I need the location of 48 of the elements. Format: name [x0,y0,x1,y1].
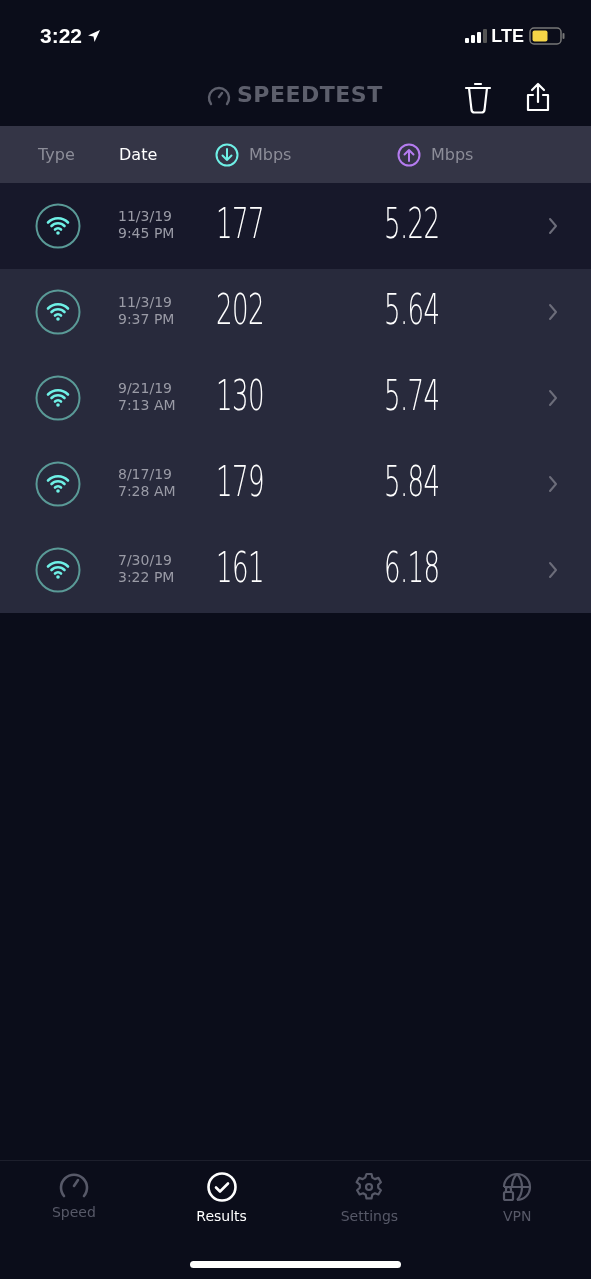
download-speed: 161 [216,543,264,593]
upload-speed: 5.64 [384,285,440,335]
globe-lock-icon [501,1171,534,1203]
signal-icon [465,29,488,43]
location-arrow-icon [87,29,102,43]
result-row[interactable]: 7/30/19 3:22 PM 161 6.18 [0,527,591,613]
chevron-icon [548,217,558,235]
battery-icon [529,27,565,45]
status-time: 3:22 [40,24,83,48]
checkmark-icon [205,1171,238,1203]
chevron-icon [548,389,558,407]
network-label: LTE [491,25,524,47]
chevron-icon [548,475,558,493]
column-header[interactable]: Mbps [431,145,474,164]
result-date: 7/30/19 3:22 PM [118,552,175,586]
column-header[interactable]: Type [38,145,75,164]
result-row[interactable]: 11/3/19 9:37 PM 202 5.64 [0,269,591,355]
wifi-icon [35,461,81,507]
download-speed: 177 [216,199,264,249]
download-icon [215,142,239,167]
column-header[interactable]: Mbps [249,145,292,164]
wifi-icon [35,203,81,249]
result-date: 8/17/19 7:28 AM [118,466,176,500]
upload-speed: 5.84 [384,457,440,507]
app-logo: SPEEDTEST [237,82,383,107]
upload-icon [397,142,421,167]
download-speed: 179 [216,457,264,507]
tab-item[interactable]: Results [161,1171,282,1224]
result-row[interactable]: 9/21/19 7:13 AM 130 5.74 [0,355,591,441]
upload-speed: 6.18 [384,543,440,593]
result-row[interactable]: 11/3/19 9:45 PM 177 5.22 [0,183,591,269]
speedometer-icon [57,1171,90,1199]
wifi-icon [35,289,81,335]
result-date: 11/3/19 9:37 PM [118,294,175,328]
upload-speed: 5.74 [384,371,440,421]
result-row[interactable]: 8/17/19 7:28 AM 179 5.84 [0,441,591,527]
wifi-icon [35,375,81,421]
download-speed: 202 [216,285,264,335]
upload-speed: 5.22 [384,199,440,249]
download-speed: 130 [216,371,264,421]
column-header[interactable]: Date [119,145,158,164]
chevron-icon [548,561,558,579]
result-date: 11/3/19 9:45 PM [118,208,175,242]
wifi-icon [35,547,81,593]
chevron-icon [548,303,558,321]
share-icon[interactable] [526,82,550,112]
result-date: 9/21/19 7:13 AM [118,380,176,414]
trash-icon[interactable] [464,82,492,114]
